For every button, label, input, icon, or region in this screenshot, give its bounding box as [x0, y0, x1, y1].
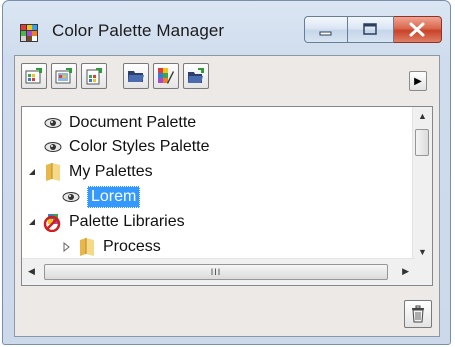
minimize-icon — [319, 31, 332, 36]
tree-item-label: Color Styles Palette — [69, 138, 210, 155]
open-palette-icon — [128, 71, 144, 82]
open-palette-button[interactable] — [123, 63, 149, 89]
new-palette-from-document-button[interactable] — [81, 63, 107, 89]
palette-tree[interactable]: Document Palette Color Styles Palette My… — [21, 106, 433, 286]
flyout-arrow-icon: ▶ — [414, 75, 422, 87]
docker-panel: ▶ Document Palette Color Styles Palette — [14, 55, 440, 337]
expander-empty — [26, 141, 38, 153]
tree-item-label: My Palettes — [69, 163, 153, 180]
vertical-scrollbar[interactable]: ▲ ▼ — [412, 107, 432, 259]
palette-library-icon — [42, 212, 64, 232]
new-palette-icon — [25, 68, 42, 84]
folder-icon — [42, 162, 64, 182]
horizontal-scrollbar[interactable]: ◀ III ▶ — [22, 258, 415, 285]
eye-icon[interactable] — [42, 137, 64, 157]
delete-button[interactable] — [404, 300, 432, 328]
tree-item-label: Process — [103, 238, 161, 255]
eye-icon[interactable] — [60, 187, 82, 207]
tree-item-label: Palette Libraries — [69, 213, 185, 230]
scroll-left-icon[interactable]: ◀ — [28, 266, 35, 277]
maximize-button[interactable] — [348, 16, 394, 43]
tree-item-color-styles-palette[interactable]: Color Styles Palette — [26, 135, 210, 159]
palette-editor-icon — [158, 68, 174, 84]
vertical-scroll-thumb[interactable] — [415, 129, 429, 156]
trash-icon — [412, 305, 424, 323]
palette-manager-app-icon — [20, 24, 38, 42]
maximize-icon — [363, 23, 377, 35]
save-palette-icon — [188, 68, 204, 83]
tree-item-my-palettes[interactable]: My Palettes — [26, 160, 153, 184]
close-icon — [409, 22, 425, 37]
tree-item-document-palette[interactable]: Document Palette — [26, 111, 196, 135]
color-palette-manager-window: Color Palette Manager ▶ Document Palette… — [2, 0, 451, 345]
window-title: Color Palette Manager — [52, 21, 225, 40]
scroll-grip: III — [210, 267, 222, 277]
close-button[interactable] — [394, 16, 442, 43]
palette-editor-button[interactable] — [153, 63, 179, 89]
tree-item-label: Document Palette — [69, 114, 197, 131]
expander-empty — [26, 117, 38, 129]
new-palette-from-document-icon — [86, 68, 102, 85]
collapse-arrow-icon[interactable] — [26, 216, 38, 228]
new-palette-from-selection-button[interactable] — [51, 63, 77, 89]
tree-item-label-selected: Lorem — [87, 186, 141, 208]
caption-buttons — [304, 16, 442, 46]
expand-arrow-icon[interactable] — [60, 241, 72, 253]
scrollbar-corner — [413, 259, 432, 285]
tree-item-process[interactable]: Process — [60, 235, 161, 259]
folder-icon — [76, 237, 98, 257]
new-palette-button[interactable] — [21, 63, 47, 89]
tree-item-lorem[interactable]: Lorem — [60, 185, 141, 209]
tree-item-palette-libraries[interactable]: Palette Libraries — [26, 210, 185, 234]
new-palette-from-selection-icon — [55, 68, 72, 84]
save-palette-button[interactable] — [183, 63, 209, 89]
minimize-button[interactable] — [304, 16, 348, 43]
title-bar[interactable]: Color Palette Manager — [3, 1, 450, 55]
horizontal-scroll-thumb[interactable]: III — [44, 264, 388, 280]
palette-toolbar: ▶ — [21, 63, 433, 97]
scroll-right-icon[interactable]: ▶ — [402, 266, 409, 277]
collapse-arrow-icon[interactable] — [26, 166, 38, 178]
scroll-down-icon[interactable]: ▼ — [418, 247, 427, 257]
scroll-up-icon[interactable]: ▲ — [418, 111, 427, 121]
flyout-menu-button[interactable]: ▶ — [409, 71, 427, 91]
eye-icon[interactable] — [42, 113, 64, 133]
